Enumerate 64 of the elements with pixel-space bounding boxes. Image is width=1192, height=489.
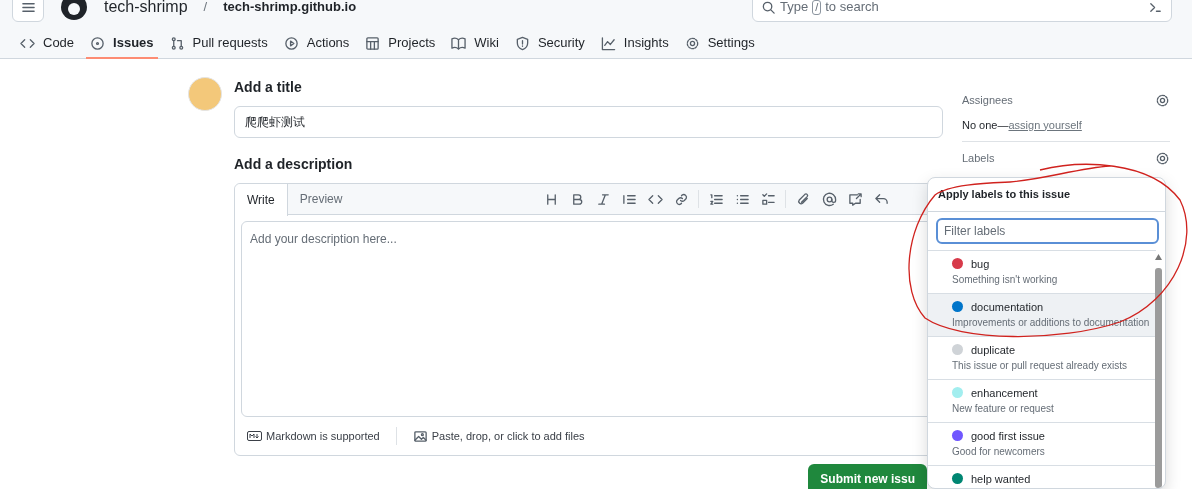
repo-tab[interactable]: Issues — [82, 28, 162, 58]
image-icon — [412, 428, 428, 444]
pull-request-icon — [169, 35, 185, 51]
repo-tab[interactable]: Projects — [357, 28, 444, 58]
gear-icon — [684, 35, 700, 51]
cross-reference-icon[interactable] — [847, 191, 863, 207]
repo-tab[interactable]: Actions — [275, 28, 358, 58]
owner-link[interactable]: tech-shrimp — [104, 0, 188, 19]
repo-tab[interactable]: Code — [12, 28, 83, 58]
path-separator: / — [203, 0, 208, 17]
book-icon — [451, 35, 467, 51]
label-name: enhancement — [971, 385, 1038, 401]
numbered-list-icon[interactable] — [708, 191, 724, 207]
repo-tab[interactable]: Wiki — [443, 28, 507, 58]
table-icon — [365, 35, 381, 51]
label-name: help wanted — [971, 471, 1031, 487]
avatar-image — [188, 77, 222, 111]
label-description: Something isn't working — [952, 272, 1059, 287]
menu-icon — [20, 0, 36, 15]
label-name: bug — [971, 256, 990, 272]
settings-icon[interactable] — [1155, 150, 1170, 166]
filter-field[interactable]: Filter labels — [936, 217, 1159, 244]
repo-tab[interactable]: Settings — [676, 28, 763, 58]
attach-files-note[interactable]: Paste, drop, or click to add files — [431, 427, 585, 445]
label-description: This issue or pull request already exists — [952, 358, 1129, 373]
assignees-heading: Assignees — [962, 93, 1013, 108]
assign-yourself-link[interactable]: assign yourself — [1008, 118, 1082, 131]
labels-heading: Labels — [962, 151, 995, 166]
paperclip-icon[interactable] — [795, 191, 811, 207]
title-field[interactable]: 爬爬虾测试 — [234, 106, 943, 138]
settings-icon[interactable] — [1155, 92, 1170, 108]
label-description: New feature or request — [952, 401, 1055, 416]
editor-tab[interactable]: Preview — [287, 183, 355, 215]
markdown-icon — [247, 431, 262, 441]
search-icon — [761, 0, 776, 15]
label-description: Good for newcomers — [952, 444, 1046, 459]
circle-dot-icon — [90, 35, 106, 51]
scroll-up-icon[interactable] — [1155, 254, 1162, 260]
editor-tab[interactable]: Write — [235, 183, 288, 216]
undo-icon[interactable] — [873, 191, 889, 207]
menu-button[interactable] — [12, 0, 44, 22]
task-list-icon[interactable] — [760, 191, 776, 207]
dropdown-title: Apply labels to this issue — [928, 178, 1165, 212]
graph-icon — [600, 35, 616, 51]
label-name: good first issue — [971, 428, 1045, 444]
italic-icon[interactable] — [595, 191, 611, 207]
description-heading: Add a description — [234, 155, 354, 174]
search-field[interactable]: Type / to search — [752, 0, 1172, 22]
scrollbar-thumb[interactable] — [1155, 268, 1162, 488]
repo-tab[interactable]: Insights — [592, 28, 677, 58]
label-name: documentation — [971, 299, 1044, 315]
link-icon[interactable] — [673, 191, 689, 207]
title-heading: Add a title — [234, 78, 303, 97]
repo-tab[interactable]: Pull requests — [161, 28, 276, 58]
terminal-icon[interactable] — [1148, 0, 1163, 15]
label-name: duplicate — [971, 342, 1016, 358]
markdown-note[interactable]: Markdown is supported — [266, 427, 380, 445]
submit-button[interactable]: Submit new issu — [808, 464, 927, 489]
mention-icon[interactable] — [821, 191, 837, 207]
play-icon — [283, 35, 299, 51]
repository-link[interactable]: tech-shrimp.github.io — [223, 0, 357, 17]
shield-icon — [514, 35, 530, 51]
repo-tab[interactable]: Security — [506, 28, 593, 58]
assignees-value: No one— — [962, 118, 1009, 131]
